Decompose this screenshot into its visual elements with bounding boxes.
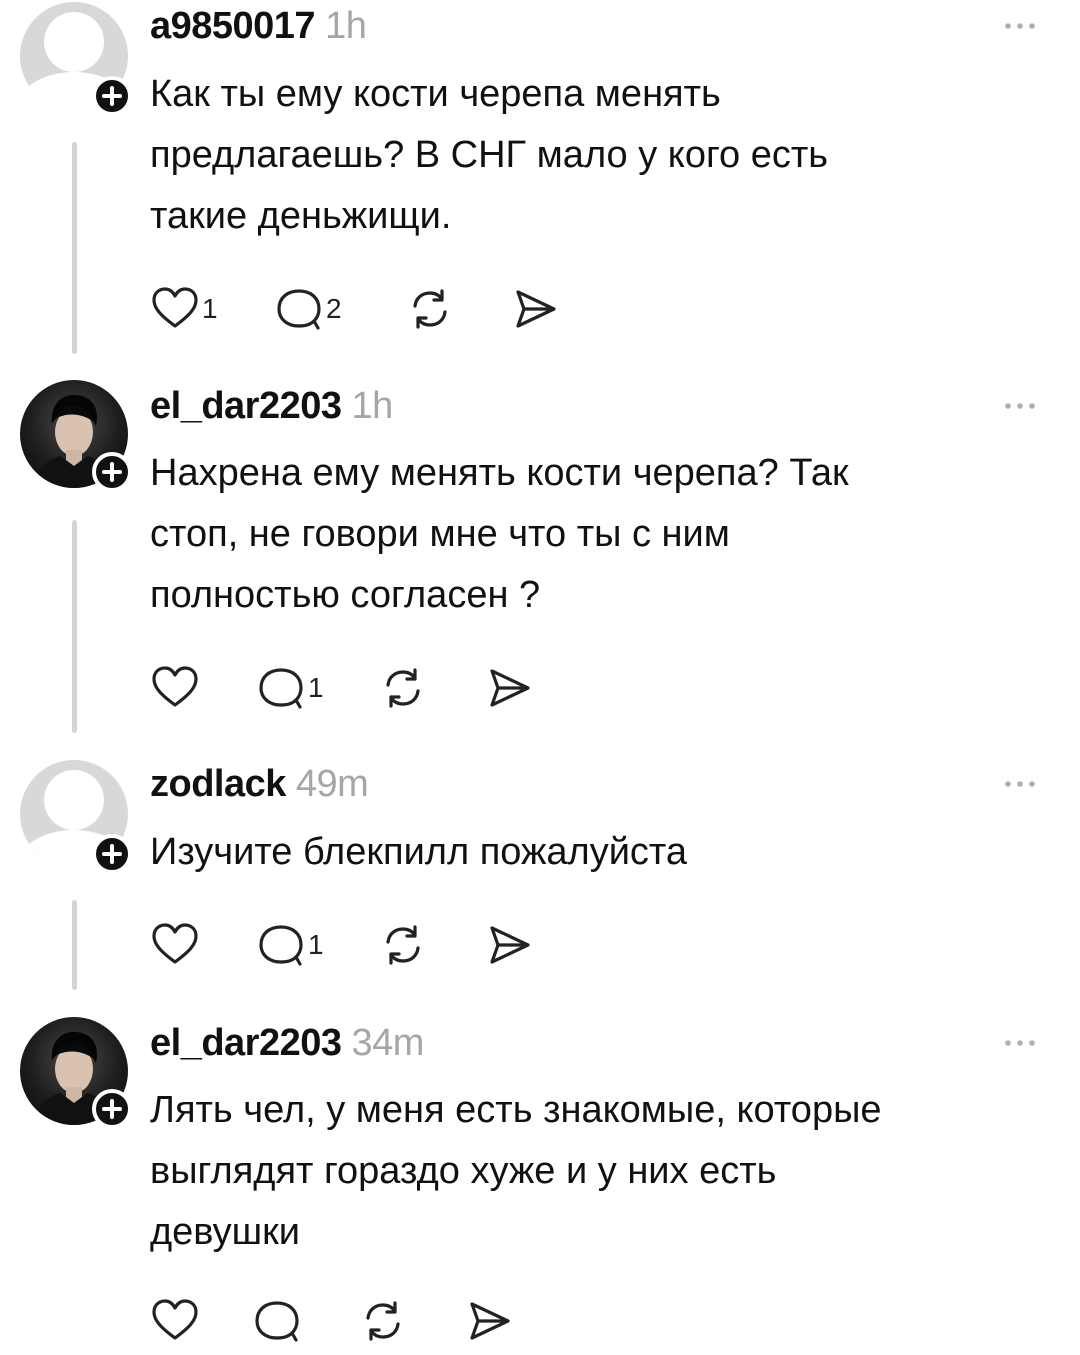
post-header: el_dar2203 34m: [150, 1022, 424, 1065]
plus-icon: [102, 462, 122, 482]
text-line: Нахрена ему менять кости черепа? Так: [150, 452, 849, 494]
plus-icon: [102, 1099, 122, 1119]
timestamp: 49m: [295, 763, 369, 805]
send-icon: [490, 926, 530, 964]
reply-button[interactable]: 1: [256, 920, 324, 970]
repost-icon: [413, 289, 447, 329]
follow-button[interactable]: [92, 1089, 132, 1129]
follow-button[interactable]: [92, 76, 132, 116]
like-button[interactable]: [150, 663, 202, 713]
like-count: 1: [202, 293, 218, 324]
reply-button[interactable]: 2: [274, 284, 342, 334]
speech-bubble-icon: [255, 1301, 299, 1342]
thread-line: [72, 520, 77, 733]
like-button[interactable]: 1: [150, 284, 218, 334]
text-line: Лять чел, у меня есть знакомые, которые: [150, 1089, 882, 1131]
reply-count: 1: [308, 929, 324, 960]
thread-line: [72, 142, 77, 354]
more-button[interactable]: [1000, 774, 1040, 794]
like-button[interactable]: [150, 1296, 202, 1346]
share-button[interactable]: [484, 663, 534, 713]
share-button[interactable]: [484, 920, 534, 970]
follow-button[interactable]: [92, 834, 132, 874]
speech-bubble-icon: [277, 289, 321, 330]
plus-icon: [102, 86, 122, 106]
repost-icon: [386, 668, 420, 708]
send-icon: [516, 290, 556, 328]
repost-button[interactable]: [358, 1296, 408, 1346]
speech-bubble-icon: [259, 925, 303, 966]
repost-button[interactable]: [405, 284, 455, 334]
like-button[interactable]: [150, 920, 202, 970]
more-dots-icon: [1005, 1040, 1035, 1046]
reply-count: 2: [326, 293, 342, 324]
more-button[interactable]: [1000, 396, 1040, 416]
text-line: стоп, не говори мне что ты с ним: [150, 513, 730, 555]
text-line: полностью согласен ?: [150, 574, 541, 616]
heart-icon: [152, 923, 198, 964]
reply-button[interactable]: 1: [256, 663, 324, 713]
post-text: Изучите блекпилл пожалуйста: [150, 822, 1030, 883]
timestamp: 1h: [351, 385, 394, 427]
timestamp: 34m: [351, 1022, 425, 1064]
send-icon: [470, 1302, 510, 1340]
heart-icon: [152, 287, 198, 328]
post-text: Как ты ему кости черепа менять предлагае…: [150, 64, 1030, 247]
reply-count: 1: [308, 672, 324, 703]
more-button[interactable]: [1000, 16, 1040, 36]
thread-line: [72, 900, 77, 990]
plus-icon: [102, 844, 122, 864]
post-text: Лять чел, у меня есть знакомые, которые …: [150, 1080, 1030, 1263]
post-header: a9850017 1h: [150, 5, 367, 48]
timestamp: 1h: [325, 5, 367, 47]
text-line: девушки: [150, 1211, 300, 1253]
username[interactable]: el_dar2203: [150, 1022, 342, 1064]
repost-icon: [366, 1301, 400, 1341]
more-button[interactable]: [1000, 1033, 1040, 1053]
share-button[interactable]: [510, 284, 560, 334]
text-line: Как ты ему кости черепа менять: [150, 73, 721, 115]
repost-icon: [386, 925, 420, 965]
more-dots-icon: [1005, 23, 1035, 29]
post-text: Нахрена ему менять кости черепа? Так сто…: [150, 443, 1030, 626]
username[interactable]: el_dar2203: [150, 385, 342, 427]
post-header: el_dar2203 1h: [150, 385, 393, 428]
heart-icon: [152, 666, 198, 707]
more-dots-icon: [1005, 781, 1035, 787]
heart-icon: [152, 1299, 198, 1340]
send-icon: [490, 669, 530, 707]
post-header: zodlack 49m: [150, 763, 369, 806]
reply-button[interactable]: [252, 1296, 304, 1346]
text-line: Изучите блекпилл пожалуйста: [150, 831, 688, 873]
more-dots-icon: [1005, 403, 1035, 409]
text-line: такие деньжищи.: [150, 195, 452, 237]
follow-button[interactable]: [92, 452, 132, 492]
username[interactable]: zodlack: [150, 763, 286, 805]
speech-bubble-icon: [259, 668, 303, 709]
repost-button[interactable]: [378, 663, 428, 713]
username[interactable]: a9850017: [150, 5, 316, 47]
text-line: предлагаешь? В СНГ мало у кого есть: [150, 134, 829, 176]
repost-button[interactable]: [378, 920, 428, 970]
share-button[interactable]: [464, 1296, 514, 1346]
text-line: выглядят гораздо хуже и у них есть: [150, 1150, 777, 1192]
